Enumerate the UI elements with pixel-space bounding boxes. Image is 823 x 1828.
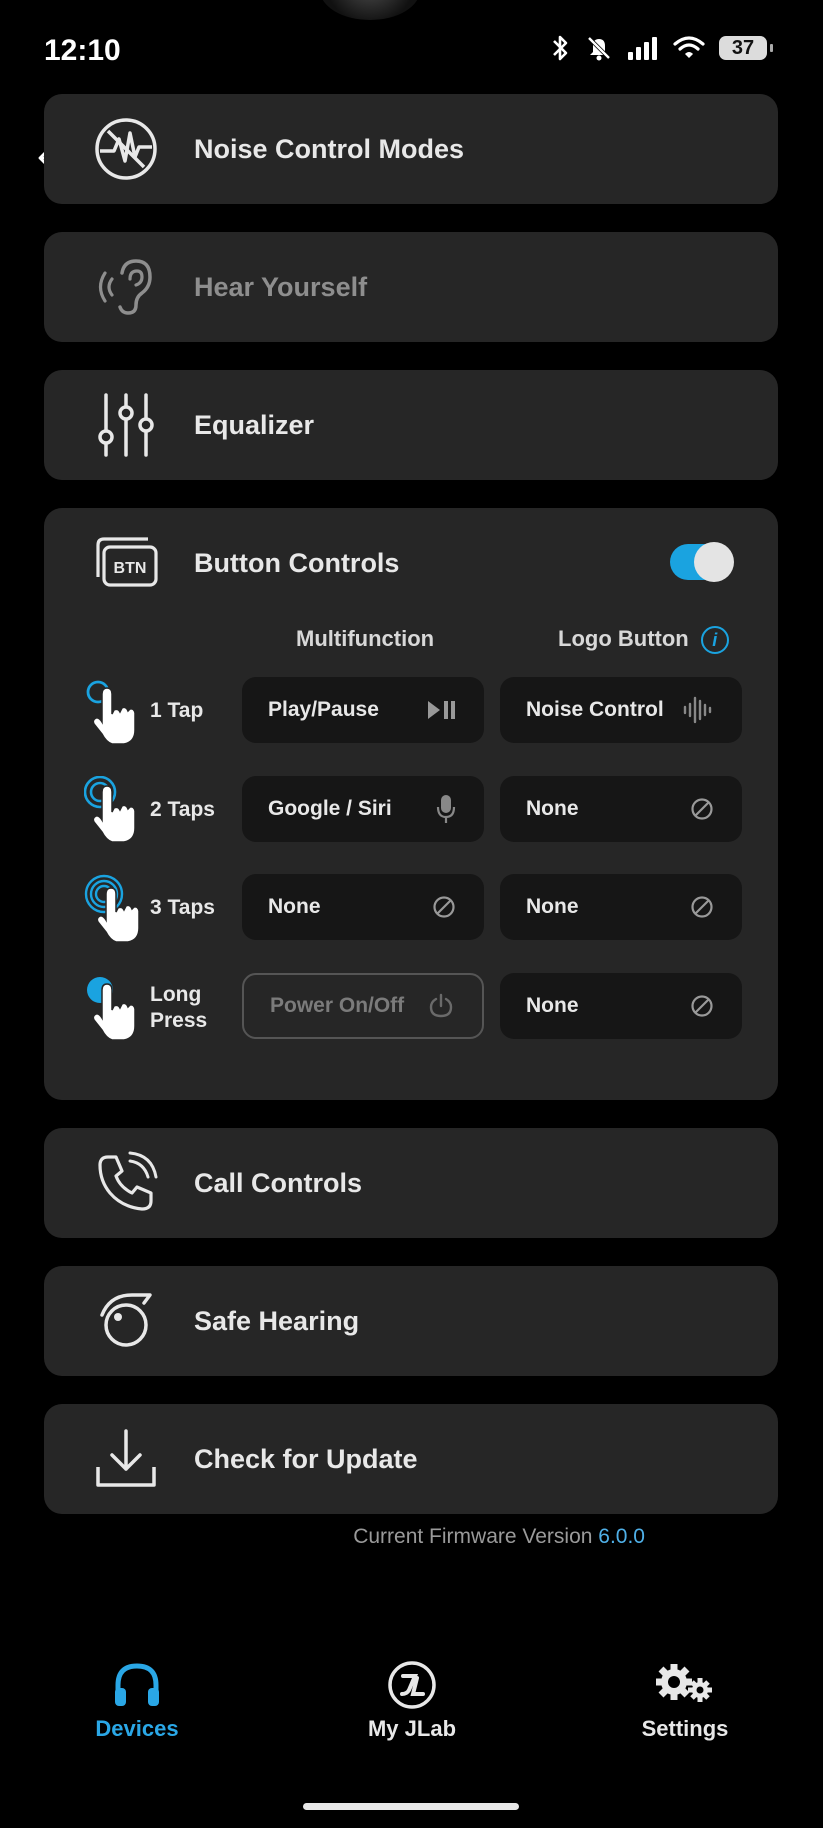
hear-yourself-card[interactable]: Hear Yourself [44, 232, 778, 342]
button-controls-title: Button Controls [194, 548, 400, 578]
call-controls-card[interactable]: Call Controls [44, 1128, 778, 1238]
logo-long-press-select[interactable]: None [500, 973, 742, 1039]
check-update-title: Check for Update [194, 1444, 418, 1474]
toggle-knob [694, 542, 734, 582]
wifi-icon [673, 36, 705, 58]
triple-tap-icon [84, 874, 140, 943]
logo-2-taps-select[interactable]: None [500, 776, 742, 842]
logo-3-taps-select[interactable]: None [500, 874, 742, 940]
column-header-logo-button: Logo Button i [558, 626, 729, 655]
call-controls-title: Call Controls [194, 1168, 363, 1198]
safe-hearing-title: Safe Hearing [194, 1306, 360, 1336]
pill-value: Google / Siri [268, 797, 392, 820]
row-label-2-taps: 2 Taps [150, 798, 215, 821]
signal-icon [628, 37, 657, 60]
status-bar: 12:10 37 [0, 0, 823, 90]
bottom-navigation: Devices My JLab Settings [0, 1660, 823, 1790]
gears-icon [656, 1664, 712, 1702]
power-icon [429, 993, 453, 1018]
logo-button-label: Logo Button [558, 626, 689, 651]
nav-my-jlab[interactable]: My JLab [322, 1660, 502, 1742]
bluetooth-icon [553, 35, 568, 61]
none-icon [691, 798, 713, 820]
row-label-3-taps: 3 Taps [150, 896, 215, 919]
double-tap-icon [84, 776, 136, 843]
column-header-multifunction: Multifunction [296, 626, 435, 651]
nav-devices-label: Devices [95, 1716, 179, 1741]
multifunction-3-taps-select[interactable]: None [242, 874, 484, 940]
pill-value: None [526, 895, 579, 918]
button-controls-toggle[interactable] [670, 542, 734, 582]
row-label-1-tap: 1 Tap [150, 699, 204, 722]
status-icons: 37 [549, 34, 773, 62]
long-press-icon [87, 977, 136, 1041]
check-update-card[interactable]: Check for Update [44, 1404, 778, 1514]
firmware-version: Current Firmware Version 6.0.0 [353, 1525, 645, 1549]
status-time: 12:10 [44, 34, 121, 67]
hear-yourself-title: Hear Yourself [194, 272, 368, 302]
row-label-line2: Press [150, 1009, 208, 1032]
nav-settings[interactable]: Settings [595, 1660, 775, 1742]
download-icon [88, 1421, 164, 1497]
multifunction-long-press-select: Power On/Off [242, 973, 484, 1039]
nav-settings-label: Settings [641, 1716, 729, 1741]
ear-icon [88, 249, 164, 325]
button-controls-card: BTN Button Controls Multifunction Logo B… [44, 508, 778, 1100]
pill-value: None [526, 797, 579, 820]
microphone-icon [436, 795, 456, 823]
equalizer-card[interactable]: Equalizer [44, 370, 778, 480]
row-label-line1: Long [150, 983, 202, 1006]
multifunction-2-taps-select[interactable]: Google / Siri [242, 776, 484, 842]
jlab-logo-icon [388, 1661, 436, 1709]
noise-control-modes-card[interactable]: Noise Control Modes [44, 94, 778, 204]
svg-text:BTN: BTN [114, 560, 147, 577]
single-tap-icon [86, 680, 136, 745]
equalizer-icon [88, 387, 164, 463]
btn-icon: BTN [88, 525, 164, 601]
firmware-version-number: 6.0.0 [598, 1525, 645, 1548]
logo-1-tap-select[interactable]: Noise Control [500, 677, 742, 743]
none-icon [433, 896, 455, 918]
row-label-long-press: Long Press [150, 982, 207, 1034]
home-indicator[interactable] [303, 1803, 519, 1810]
safe-hearing-card[interactable]: Safe Hearing [44, 1266, 778, 1376]
pill-value: None [526, 994, 579, 1017]
headphones-icon [115, 1663, 159, 1706]
pill-value: Play/Pause [268, 698, 379, 721]
pill-value: None [268, 895, 321, 918]
pill-value: Noise Control [526, 698, 664, 721]
volume-dial-icon [88, 1283, 164, 1359]
info-icon[interactable]: i [700, 626, 729, 655]
firmware-label: Current Firmware Version [353, 1525, 593, 1548]
mute-bell-icon [587, 36, 611, 61]
noise-control-title: Noise Control Modes [194, 134, 465, 164]
battery-indicator: 37 [719, 36, 773, 60]
none-icon [691, 995, 713, 1017]
nav-my-jlab-label: My JLab [367, 1716, 457, 1741]
play-pause-icon [428, 701, 455, 719]
noise-control-icon [88, 111, 164, 187]
equalizer-title: Equalizer [194, 410, 315, 440]
phone-icon [88, 1145, 164, 1221]
sound-wave-icon [683, 696, 712, 724]
multifunction-1-tap-select[interactable]: Play/Pause [242, 677, 484, 743]
none-icon [691, 896, 713, 918]
nav-devices[interactable]: Devices [47, 1660, 227, 1742]
pill-value: Power On/Off [270, 994, 405, 1017]
